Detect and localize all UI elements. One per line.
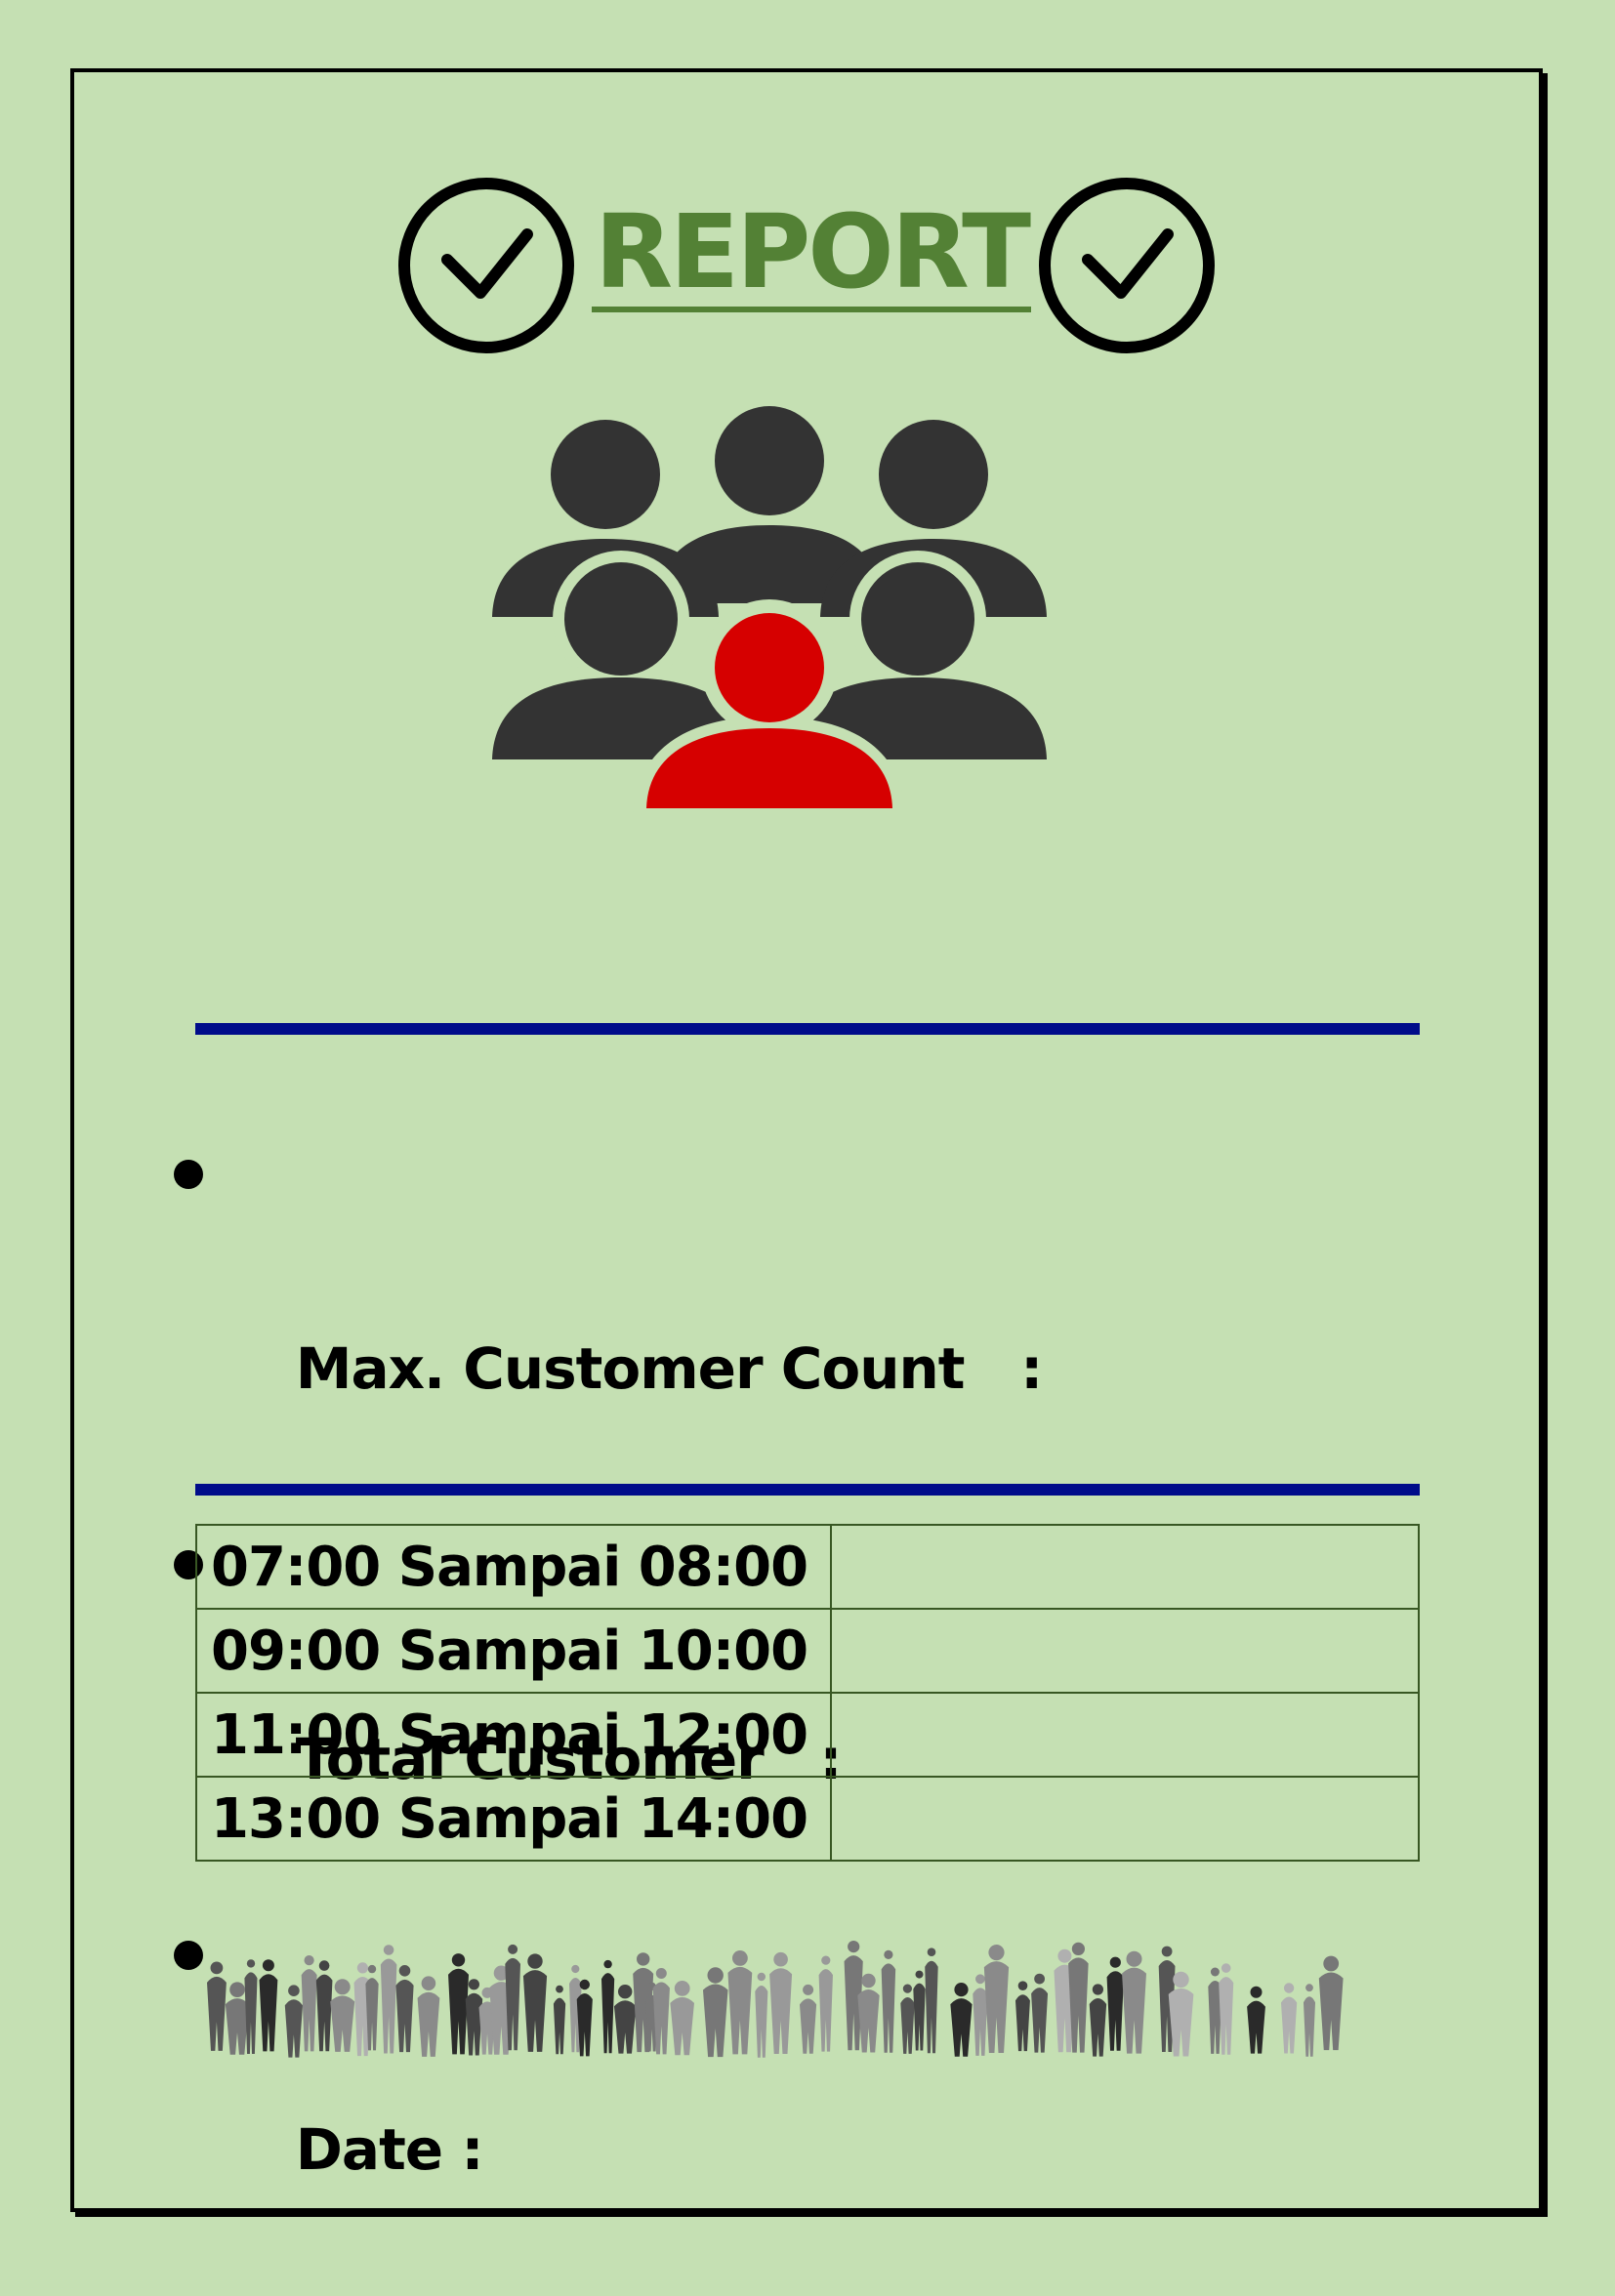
person-silhouette — [1106, 1956, 1124, 2051]
table-row: 13:00 Sampai 14:00 — [195, 1776, 1421, 1862]
person-silhouette — [600, 1959, 615, 2054]
info-label: Max. Customer Count : — [295, 1335, 1044, 1402]
person-silhouette — [284, 1985, 303, 2058]
crowd-silhouette-strip — [207, 1941, 1344, 2058]
person-silhouette — [207, 1961, 227, 2051]
person-silhouette — [395, 1965, 414, 2053]
person-silhouette — [1031, 1973, 1049, 2053]
table-row: 07:00 Sampai 08:00 — [195, 1524, 1421, 1610]
person-silhouette — [553, 1985, 566, 2055]
info-label: Date : — [295, 2116, 484, 2183]
table-row: 09:00 Sampai 10:00 — [195, 1608, 1421, 1694]
bullet-icon — [174, 1941, 203, 1970]
person-silhouette — [259, 1959, 278, 2052]
person-silhouette — [1219, 1963, 1234, 2055]
count-cell[interactable] — [829, 1692, 1421, 1778]
time-slot-cell: 13:00 Sampai 14:00 — [195, 1776, 832, 1862]
person-silhouette — [727, 1950, 753, 2055]
person-silhouette — [315, 1960, 333, 2052]
person-silhouette — [1208, 1967, 1222, 2054]
person-silhouette — [702, 1967, 728, 2058]
customer-group-icon — [484, 406, 1055, 812]
person-silhouette — [983, 1945, 1010, 2054]
count-cell[interactable] — [829, 1776, 1421, 1862]
person-silhouette — [301, 1955, 317, 2052]
check-circle-icon — [398, 178, 574, 353]
person-silhouette — [1015, 1981, 1030, 2052]
person-silhouette — [1089, 1984, 1107, 2057]
count-cell[interactable] — [829, 1524, 1421, 1610]
person-silhouette — [769, 1951, 793, 2055]
person-silhouette — [670, 1981, 694, 2056]
person-silhouette — [1318, 1955, 1344, 2051]
person-silhouette — [330, 1979, 355, 2052]
time-slot-cell: 11:00 Sampai 12:00 — [195, 1692, 832, 1778]
person-silhouette — [818, 1955, 833, 2052]
person-silhouette — [522, 1953, 548, 2052]
divider-line — [195, 1023, 1420, 1035]
person-silhouette — [950, 1983, 973, 2057]
table-row: 11:00 Sampai 12:00 — [195, 1692, 1421, 1778]
person-silhouette — [881, 1949, 896, 2053]
time-slot-cell: 07:00 Sampai 08:00 — [195, 1524, 832, 1610]
info-item-max-customer-count: Max. Customer Count : — [166, 1125, 1044, 1515]
person-silhouette — [900, 1984, 915, 2054]
person-silhouette — [925, 1948, 938, 2054]
person-silhouette — [1247, 1986, 1265, 2054]
person-silhouette — [913, 1970, 926, 2051]
person-silhouette — [244, 1959, 258, 2054]
report-title: REPORT — [592, 201, 1031, 312]
person-silhouette — [448, 1953, 470, 2055]
person-silhouette — [417, 1976, 440, 2057]
report-header: REPORT — [396, 172, 1217, 357]
person-silhouette — [1280, 1983, 1298, 2054]
divider-line — [195, 1484, 1420, 1496]
person-silhouette — [755, 1972, 768, 2058]
person-silhouette — [1122, 1950, 1146, 2054]
bullet-icon — [174, 1160, 203, 1189]
time-slot-cell: 09:00 Sampai 10:00 — [195, 1608, 832, 1694]
schedule-table: 07:00 Sampai 08:00 09:00 Sampai 10:00 11… — [195, 1524, 1421, 1862]
person-silhouette — [380, 1945, 397, 2054]
person-silhouette — [613, 1985, 637, 2054]
person-silhouette — [1303, 1984, 1316, 2057]
check-circle-icon — [1039, 178, 1215, 353]
person-silhouette — [799, 1984, 817, 2054]
count-cell[interactable] — [829, 1608, 1421, 1694]
